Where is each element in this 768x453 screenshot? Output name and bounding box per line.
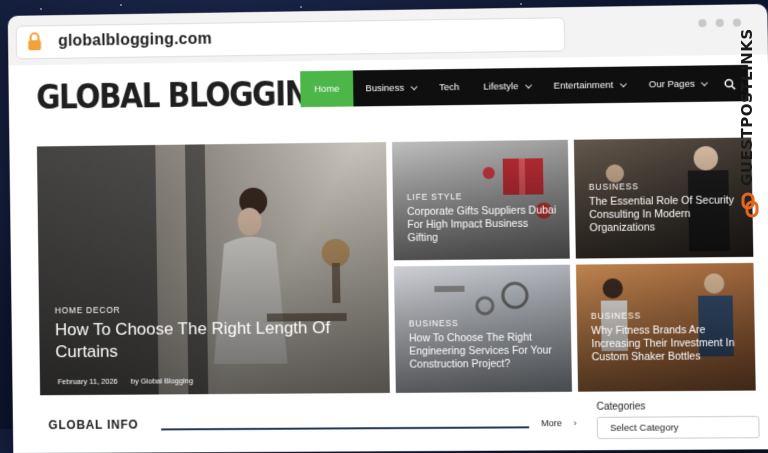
post-date: February 11, 2026 (57, 376, 118, 387)
search-icon[interactable] (724, 77, 736, 89)
section-title: GLOBAL INFO (48, 417, 139, 433)
category-select[interactable]: Select Category (596, 415, 760, 440)
nav-home[interactable]: Home (300, 70, 354, 108)
nav-entertainment[interactable]: Entertainment (541, 66, 637, 104)
post-title[interactable]: How To Choose The Right Engineering Serv… (409, 331, 563, 371)
chevron-right-icon[interactable]: › (573, 418, 576, 428)
window-dot[interactable] (715, 18, 724, 27)
featured-post[interactable]: LIFE STYLE Corporate Gifts Suppliers Dub… (392, 139, 570, 261)
web-page: GLOBAL BLOGGING Home Business Tech Lifes… (8, 54, 768, 453)
watermark-text: GUESTPOSTLINKS (738, 28, 756, 186)
nav-our-pages[interactable]: Our Pages (636, 65, 718, 102)
post-category[interactable]: LIFE STYLE (407, 191, 463, 202)
featured-post[interactable]: BUSINESS Why Fitness Brands Are Increasi… (575, 262, 756, 392)
window-dot[interactable] (698, 19, 707, 28)
more-link[interactable]: More (541, 418, 562, 428)
chevron-down-icon (701, 78, 709, 86)
post-category[interactable]: BUSINESS (589, 181, 639, 192)
chevron-down-icon (619, 79, 627, 87)
post-category[interactable]: HOME DECOR (55, 305, 121, 316)
featured-post[interactable]: BUSINESS How To Choose The Right Enginee… (393, 264, 572, 393)
featured-post[interactable]: BUSINESS The Essential Role Of Security … (573, 137, 754, 259)
link-chain-icon (740, 192, 760, 223)
post-category[interactable]: BUSINESS (409, 318, 459, 328)
nav-tech[interactable]: Tech (427, 69, 472, 106)
post-author[interactable]: by Global Blogging (131, 376, 194, 385)
post-title[interactable]: How To Choose The Right Length Of Curtai… (55, 317, 363, 363)
main-nav: Home Business Tech Lifestyle Entertainme… (300, 64, 749, 108)
post-title[interactable]: The Essential Role Of Security Consultin… (589, 194, 742, 235)
window-controls (698, 18, 742, 28)
browser-window: globalblogging.com GLOBAL BLOGGING Home … (7, 3, 768, 453)
watermark: GUESTPOSTLINKS (738, 28, 764, 234)
nav-business[interactable]: Business (353, 69, 427, 106)
post-category[interactable]: BUSINESS (591, 310, 641, 321)
chevron-down-icon (410, 82, 418, 90)
lock-icon (27, 31, 49, 53)
post-title[interactable]: Corporate Gifts Suppliers Dubai For High… (407, 204, 558, 245)
chevron-down-icon (524, 81, 532, 89)
post-title[interactable]: Why Fitness Brands Are Increasing Their … (591, 324, 746, 365)
featured-post-main[interactable]: HOME DECOR How To Choose The Right Lengt… (36, 142, 390, 396)
address-bar[interactable]: globalblogging.com (15, 17, 566, 60)
url-text: globalblogging.com (58, 30, 212, 50)
nav-lifestyle[interactable]: Lifestyle (471, 68, 542, 105)
logo-text: GLOBAL BLOGGING (36, 74, 332, 119)
categories-label: Categories (596, 401, 646, 413)
category-select-value: Select Category (609, 421, 679, 434)
section-divider (161, 426, 530, 431)
window-dot[interactable] (732, 18, 742, 27)
